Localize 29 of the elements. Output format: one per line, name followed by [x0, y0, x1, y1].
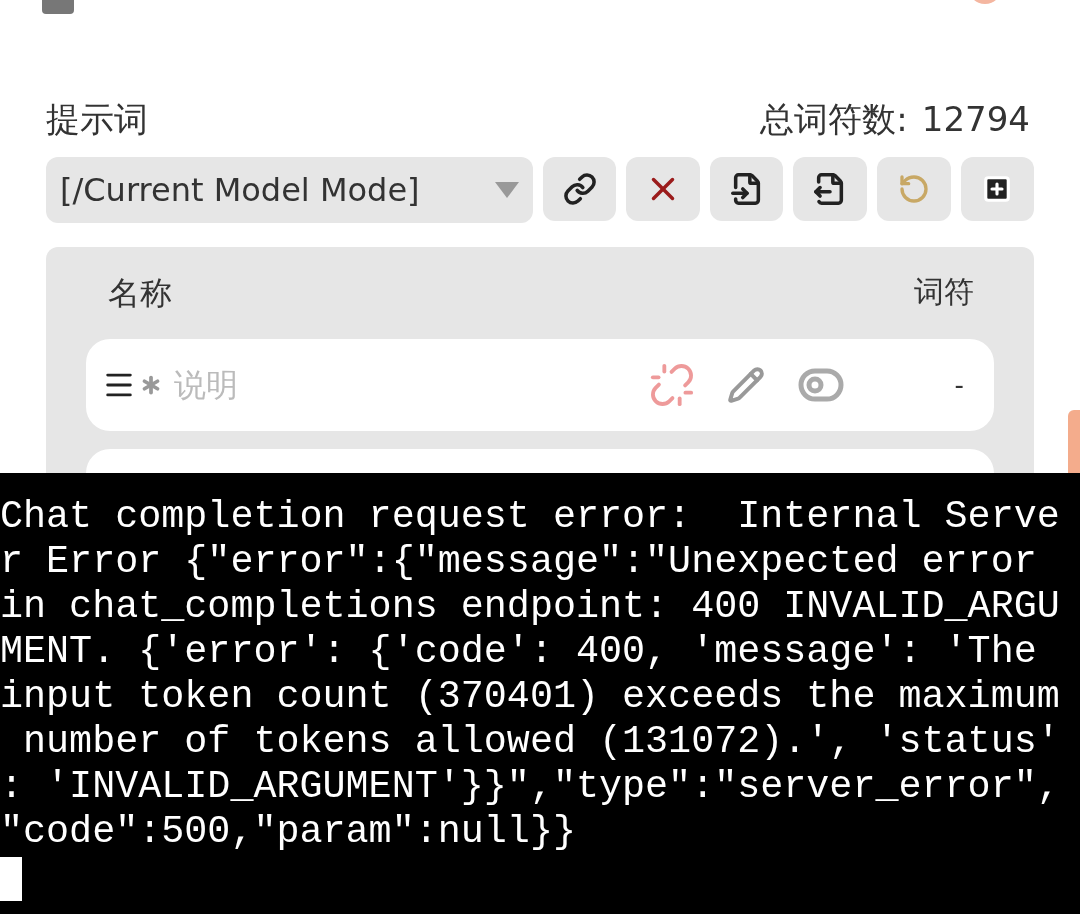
terminal-line: "code":500,"param":null}}: [0, 810, 577, 855]
close-button[interactable]: [626, 157, 700, 221]
import-button[interactable]: [709, 157, 784, 221]
total-label: 总词符数:: [760, 98, 908, 141]
terminal-line: MENT. {'error': {'code': 400, 'message': 'The: [0, 630, 1038, 675]
export-button[interactable]: [793, 157, 867, 221]
undo-icon: [897, 173, 930, 205]
add-button[interactable]: [960, 157, 1035, 221]
terminal-line: number of tokens allowed (131072).', 'status': [22, 720, 1061, 765]
section-title: 提示词: [46, 98, 148, 141]
caret-icon: [494, 182, 519, 198]
total-value: 12794: [921, 98, 1030, 141]
link-icon: [562, 172, 597, 206]
terminal-line: in chat_completions endpoint: 400 INVALID_ARGU: [0, 585, 1061, 630]
token-count: -: [954, 368, 964, 402]
terminal-line: : 'INVALID_ARGUMENT'}}","type":"server_error",: [0, 765, 1061, 810]
column-header: 词符: [914, 273, 974, 311]
prompt-row[interactable]: 说明 -: [86, 339, 994, 431]
terminal-line: Chat completion request error: Internal Serve: [0, 495, 1061, 540]
prompt-name: 说明: [174, 365, 238, 406]
pencil-icon[interactable]: [726, 366, 765, 404]
scrollbar-icon: [1068, 410, 1080, 473]
terminal-line: input token count (370401) exceeds the maximum: [0, 675, 1061, 720]
preset-dropdown[interactable]: [/Current Model Mode]: [46, 157, 533, 223]
terminal-line: r Error {"error":{"message":"Unexpected error: [0, 540, 1038, 585]
cursor-icon: [0, 857, 22, 901]
column-header: 名称: [108, 273, 172, 314]
plus-icon: [982, 174, 1013, 204]
link-button[interactable]: [542, 157, 617, 221]
